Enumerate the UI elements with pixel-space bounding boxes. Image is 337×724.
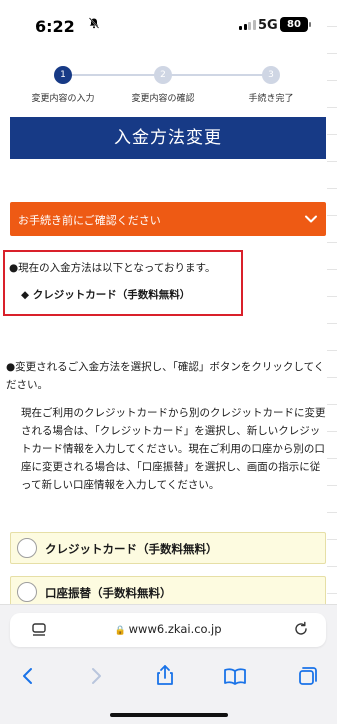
tabs-icon[interactable] [292, 661, 322, 691]
chevron-down-icon [305, 215, 317, 223]
share-icon[interactable] [150, 661, 180, 691]
address-bar[interactable]: 🔒 www6.zkai.co.jp [10, 613, 326, 647]
network-type: 5G [258, 18, 278, 33]
browser-toolbar [0, 661, 337, 697]
home-indicator[interactable] [110, 713, 228, 717]
page-title: 入金方法変更 [10, 117, 326, 159]
radio-button[interactable] [17, 538, 37, 558]
instruction-text: ●変更されるご入金方法を選択し、「確認」ボタンをクリックしてください。 [6, 361, 325, 391]
step-1-dot: 1 [54, 66, 72, 84]
bookmarks-icon[interactable] [220, 661, 250, 691]
back-icon[interactable] [13, 661, 43, 691]
lock-icon: 🔒 [114, 626, 126, 636]
reload-icon[interactable] [292, 620, 310, 638]
step-2-label: 変更内容の確認 [131, 94, 195, 104]
url-text: www6.zkai.co.jp [128, 622, 222, 636]
current-method-intro: ●現在の入金方法は以下となっております。 [9, 262, 216, 274]
option-label: 口座振替（手数料無料） [45, 586, 172, 600]
instruction-note: 現在ご利用のクレジットカードから別のクレジットカードに変更される場合は、「クレジ… [21, 407, 326, 491]
accordion-label: お手続き前にご確認ください [18, 214, 161, 227]
step-1-label: 変更内容の入力 [31, 94, 95, 104]
confirm-before-accordion[interactable]: お手続き前にご確認ください [10, 202, 326, 236]
step-3-dot: 3 [262, 66, 280, 84]
forward-icon[interactable] [81, 661, 111, 691]
progress-stepper: 1 2 3 変更内容の入力 変更内容の確認 手続き完了 [0, 58, 337, 108]
current-method-value: ◆ クレジットカード（手数料無料） [21, 289, 191, 301]
url-display[interactable]: 🔒 www6.zkai.co.jp [10, 622, 326, 636]
step-2-dot: 2 [154, 66, 172, 84]
browser-chrome: 🔒 www6.zkai.co.jp [0, 604, 337, 724]
battery-icon: 80 [280, 17, 311, 32]
option-label: クレジットカード（手数料無料） [45, 542, 218, 556]
step-3-label: 手続き完了 [248, 94, 294, 104]
cellular-signal-icon [239, 20, 256, 30]
status-bar: 6:22 5G 80 [0, 0, 337, 48]
radio-button[interactable] [17, 582, 37, 602]
current-method-box: ●現在の入金方法は以下となっております。 ◆ クレジットカード（手数料無料） [3, 250, 243, 316]
silent-mode-icon [88, 17, 100, 33]
status-time: 6:22 [35, 17, 75, 36]
option-credit-card[interactable]: クレジットカード（手数料無料） [10, 532, 326, 564]
